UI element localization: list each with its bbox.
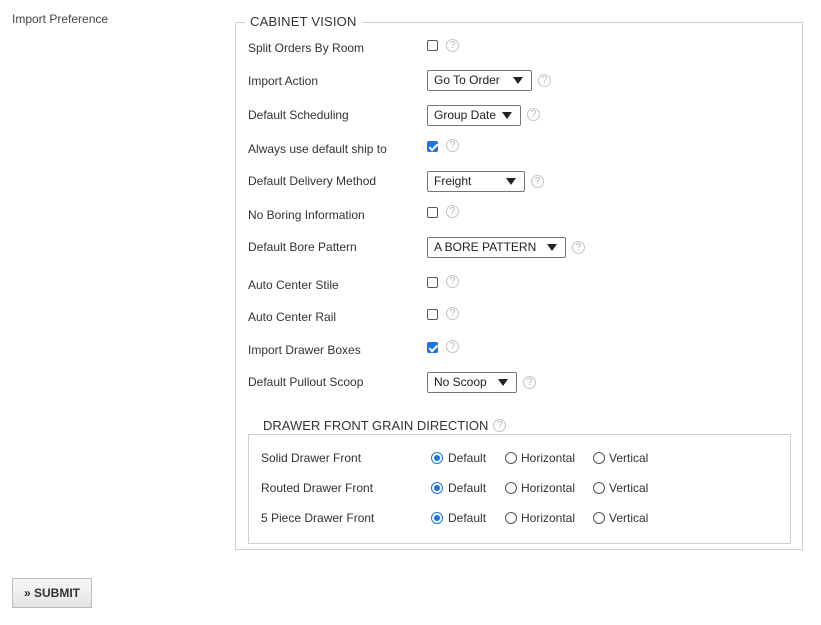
five-piece-default-radio[interactable] [431,512,443,524]
routed-vertical-radio[interactable] [593,482,605,494]
help-circle-icon[interactable]: ? [572,241,585,254]
split-orders-label: Split Orders By Room [248,41,365,55]
caret-down-icon [506,178,516,185]
default-ship-to-label: Always use default ship to [248,142,387,156]
help-circle-icon[interactable]: ? [446,39,459,52]
help-circle-icon[interactable]: ? [523,376,536,389]
help-circle-icon[interactable]: ? [527,108,540,121]
help-circle-icon[interactable]: ? [538,74,551,87]
default-scheduling-select[interactable]: Group Date [427,105,521,126]
default-scheduling-value: Group Date [434,108,497,122]
help-circle-icon[interactable]: ? [446,139,459,152]
solid-horizontal-radio[interactable] [505,452,517,464]
pullout-scoop-label: Default Pullout Scoop [248,375,364,389]
import-drawer-boxes-label: Import Drawer Boxes [248,343,361,357]
import-drawer-boxes-checkbox[interactable] [427,342,438,353]
five-piece-drawer-front-label: 5 Piece Drawer Front [261,511,375,525]
import-action-value: Go To Order [434,73,500,87]
delivery-method-select[interactable]: Freight [427,171,525,192]
pullout-scoop-select[interactable]: No Scoop [427,372,517,393]
bore-pattern-value: A BORE PATTERN [434,240,537,254]
import-action-select[interactable]: Go To Order [427,70,532,91]
caret-down-icon [502,112,512,119]
routed-horizontal-radio[interactable] [505,482,517,494]
grain-direction-title: DRAWER FRONT GRAIN DIRECTION [263,418,489,433]
caret-down-icon [513,77,523,84]
no-boring-checkbox[interactable] [427,207,438,218]
import-preference-label: Import Preference [12,12,109,26]
solid-drawer-front-label: Solid Drawer Front [261,451,362,465]
solid-horizontal-label: Horizontal [521,451,576,465]
delivery-method-label: Default Delivery Method [248,174,377,188]
default-scheduling-label: Default Scheduling [248,108,349,122]
bore-pattern-select[interactable]: A BORE PATTERN [427,237,566,258]
caret-down-icon [547,244,557,251]
help-circle-icon[interactable]: ? [446,275,459,288]
five-piece-horizontal-radio[interactable] [505,512,517,524]
five-piece-default-label: Default [448,511,487,525]
solid-vertical-radio[interactable] [593,452,605,464]
routed-default-label: Default [448,481,487,495]
delivery-method-value: Freight [434,174,472,188]
five-piece-vertical-label: Vertical [609,511,649,525]
caret-down-icon [498,379,508,386]
auto-center-stile-checkbox[interactable] [427,277,438,288]
routed-drawer-front-label: Routed Drawer Front [261,481,374,495]
solid-default-label: Default [448,451,487,465]
help-circle-icon[interactable]: ? [493,419,507,432]
routed-vertical-label: Vertical [609,481,649,495]
pullout-scoop-value: No Scoop [434,375,487,389]
auto-center-stile-label: Auto Center Stile [248,278,339,292]
no-boring-label: No Boring Information [248,208,365,222]
auto-center-rail-checkbox[interactable] [427,309,438,320]
routed-default-radio[interactable] [431,482,443,494]
solid-default-radio[interactable] [431,452,443,464]
five-piece-vertical-radio[interactable] [593,512,605,524]
help-circle-icon[interactable]: ? [446,205,459,218]
routed-horizontal-label: Horizontal [521,481,576,495]
five-piece-horizontal-label: Horizontal [521,511,576,525]
submit-button[interactable]: » SUBMIT [12,578,92,608]
cabinet-vision-legend: CABINET VISION [245,14,362,29]
help-circle-icon[interactable]: ? [446,307,459,320]
help-circle-icon[interactable]: ? [446,340,459,353]
auto-center-rail-label: Auto Center Rail [248,310,337,324]
bore-pattern-label: Default Bore Pattern [248,240,357,254]
import-action-label: Import Action [248,74,319,88]
split-orders-checkbox[interactable] [427,40,438,51]
help-circle-icon[interactable]: ? [531,175,544,188]
grain-direction-legend: DRAWER FRONT GRAIN DIRECTION ? [258,418,512,433]
default-ship-to-checkbox[interactable] [427,141,438,152]
solid-vertical-label: Vertical [609,451,649,465]
